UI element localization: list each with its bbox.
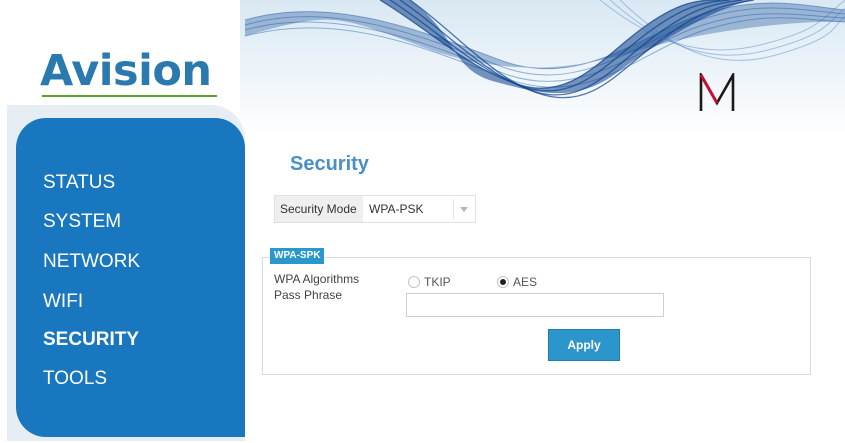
pass-phrase-input[interactable] xyxy=(406,293,664,317)
pass-phrase-label: Pass Phrase xyxy=(274,288,343,302)
apply-button[interactable]: Apply xyxy=(548,329,620,361)
nav-item-security[interactable]: SECURITY xyxy=(43,329,139,351)
nav-item-network[interactable]: NETWORK xyxy=(43,251,140,273)
radio-aes-label: AES xyxy=(513,275,538,289)
security-mode-label: Security Mode xyxy=(275,196,363,222)
nav-item-system[interactable]: SYSTEM xyxy=(43,211,121,233)
security-mode-value: WPA-PSK xyxy=(369,202,424,216)
nav-item-status[interactable]: STATUS xyxy=(43,172,115,194)
nav-item-wifi[interactable]: WIFI xyxy=(43,291,83,313)
radio-tkip-label: TKIP xyxy=(424,275,451,289)
avision-logo: Avision xyxy=(40,46,212,96)
group-tag: WPA-SPK xyxy=(270,248,325,264)
radio-aes[interactable] xyxy=(497,276,509,288)
radio-tkip[interactable] xyxy=(408,276,420,288)
security-mode-select[interactable]: Security Mode WPA-PSK xyxy=(274,195,476,223)
nav-item-tools[interactable]: TOOLS xyxy=(43,368,107,390)
brand-mark-icon xyxy=(699,73,735,111)
chevron-down-icon[interactable] xyxy=(460,207,468,212)
wpa-algorithms-label: WPA Algorithms xyxy=(274,272,360,286)
logo-underline xyxy=(42,95,217,97)
dropdown-divider xyxy=(453,199,454,219)
page-title: Security xyxy=(290,153,369,175)
